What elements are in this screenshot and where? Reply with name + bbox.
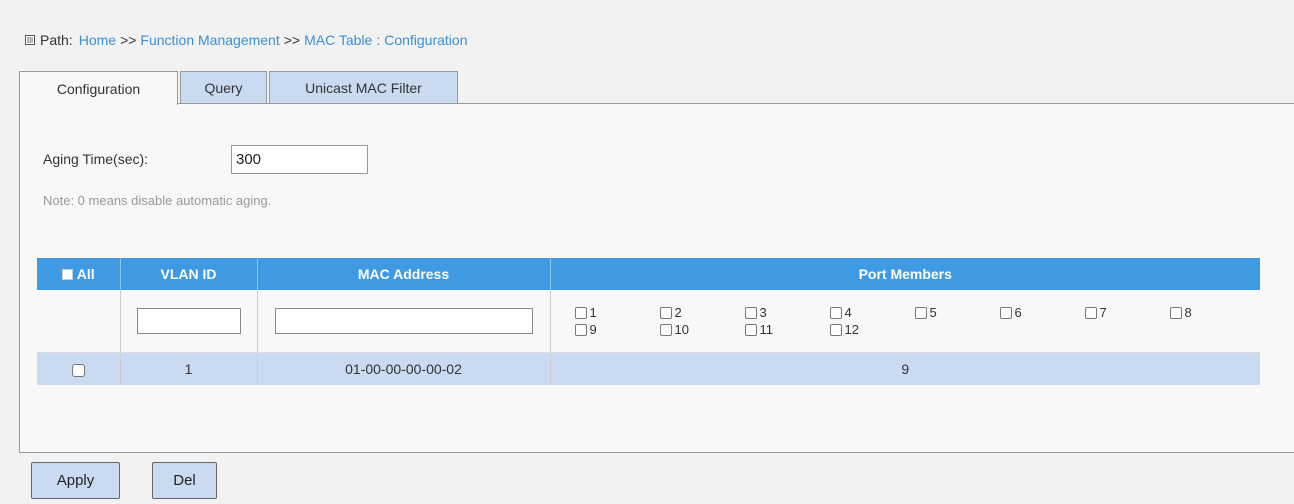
input-row-empty-cell xyxy=(37,290,120,353)
breadcrumb-home[interactable]: Home xyxy=(79,32,116,48)
breadcrumb-colon: : xyxy=(376,32,381,48)
port-checkbox[interactable] xyxy=(659,323,672,336)
row-select-cell xyxy=(37,352,120,385)
input-row: 1 2 3 4 5 6 7 8 9 10 11 12 xyxy=(37,290,1260,353)
port-label: 6 xyxy=(1014,305,1022,320)
port-label: 9 xyxy=(589,322,597,337)
tab-unicast-mac-filter[interactable]: Unicast MAC Filter xyxy=(269,71,458,104)
port-checkbox[interactable] xyxy=(829,323,842,336)
port-option-10[interactable]: 10 xyxy=(659,322,745,337)
port-label: 5 xyxy=(929,305,937,320)
row-vlan-id: 1 xyxy=(119,352,257,385)
port-label: 2 xyxy=(674,305,682,320)
mac-address-cell xyxy=(256,290,550,353)
header-all: All xyxy=(37,258,120,290)
aging-note: Note: 0 means disable automatic aging. xyxy=(43,193,272,208)
port-label: 4 xyxy=(844,305,852,320)
port-checkbox[interactable] xyxy=(574,323,587,336)
port-option-11[interactable]: 11 xyxy=(744,322,830,337)
breadcrumb-separator: >> xyxy=(120,32,137,48)
port-option-8[interactable]: 8 xyxy=(1169,305,1255,320)
port-checkbox[interactable] xyxy=(1169,306,1182,319)
port-option-9[interactable]: 9 xyxy=(574,322,660,337)
port-option-1[interactable]: 1 xyxy=(574,305,660,320)
vlan-id-input[interactable] xyxy=(136,308,241,334)
port-option-7[interactable]: 7 xyxy=(1084,305,1170,320)
apply-button[interactable]: Apply xyxy=(31,462,120,499)
header-port-members: Port Members xyxy=(549,258,1260,290)
tab-query[interactable]: Query xyxy=(180,71,267,104)
port-label: 3 xyxy=(759,305,767,320)
mac-table: All VLAN ID MAC Address Port Members 1 2… xyxy=(37,258,1260,385)
port-checkbox[interactable] xyxy=(659,306,672,319)
row-mac-address: 01-00-00-00-00-02 xyxy=(256,352,550,385)
path-label: Path: xyxy=(40,32,73,48)
breadcrumb-function-management[interactable]: Function Management xyxy=(140,32,279,48)
port-checkbox[interactable] xyxy=(574,306,587,319)
port-checkbox[interactable] xyxy=(1084,306,1097,319)
vlan-id-cell xyxy=(119,290,257,353)
header-mac-address: MAC Address xyxy=(256,258,550,290)
mac-address-input[interactable] xyxy=(274,308,533,334)
port-members-cell: 1 2 3 4 5 6 7 8 9 10 11 12 xyxy=(549,290,1261,353)
port-option-2[interactable]: 2 xyxy=(659,305,745,320)
port-option-4[interactable]: 4 xyxy=(829,305,915,320)
port-option-3[interactable]: 3 xyxy=(744,305,830,320)
header-all-label: All xyxy=(76,266,95,282)
port-label: 1 xyxy=(589,305,597,320)
table-row: 1 01-00-00-00-00-02 9 xyxy=(37,352,1260,385)
breadcrumb-mac-table[interactable]: MAC Table xyxy=(304,32,372,48)
breadcrumb-current: Configuration xyxy=(384,32,468,48)
port-label: 7 xyxy=(1099,305,1107,320)
port-label: 10 xyxy=(674,322,689,337)
port-checkbox[interactable] xyxy=(999,306,1012,319)
row-port-members: 9 xyxy=(549,352,1260,385)
breadcrumb-separator: >> xyxy=(283,32,301,48)
port-option-5[interactable]: 5 xyxy=(914,305,1000,320)
port-checkbox[interactable] xyxy=(744,306,757,319)
row-checkbox[interactable] xyxy=(71,363,85,377)
aging-time-input[interactable] xyxy=(231,145,368,174)
select-all-checkbox[interactable] xyxy=(61,268,73,280)
del-button[interactable]: Del xyxy=(152,462,217,499)
port-checkbox[interactable] xyxy=(829,306,842,319)
port-label: 8 xyxy=(1184,305,1192,320)
port-checkbox-group: 1 2 3 4 5 6 7 8 9 10 11 12 xyxy=(551,305,1261,337)
port-option-12[interactable]: 12 xyxy=(829,322,915,337)
aging-time-label: Aging Time(sec): xyxy=(43,151,149,167)
port-checkbox[interactable] xyxy=(744,323,757,336)
port-checkbox[interactable] xyxy=(914,306,927,319)
port-option-6[interactable]: 6 xyxy=(999,305,1085,320)
square-icon xyxy=(25,35,35,45)
port-label: 12 xyxy=(844,322,859,337)
tab-configuration[interactable]: Configuration xyxy=(19,71,178,105)
breadcrumb: Path: Home >> Function Management >> MAC… xyxy=(25,32,467,48)
port-label: 11 xyxy=(759,322,774,337)
header-vlan-id: VLAN ID xyxy=(119,258,257,290)
